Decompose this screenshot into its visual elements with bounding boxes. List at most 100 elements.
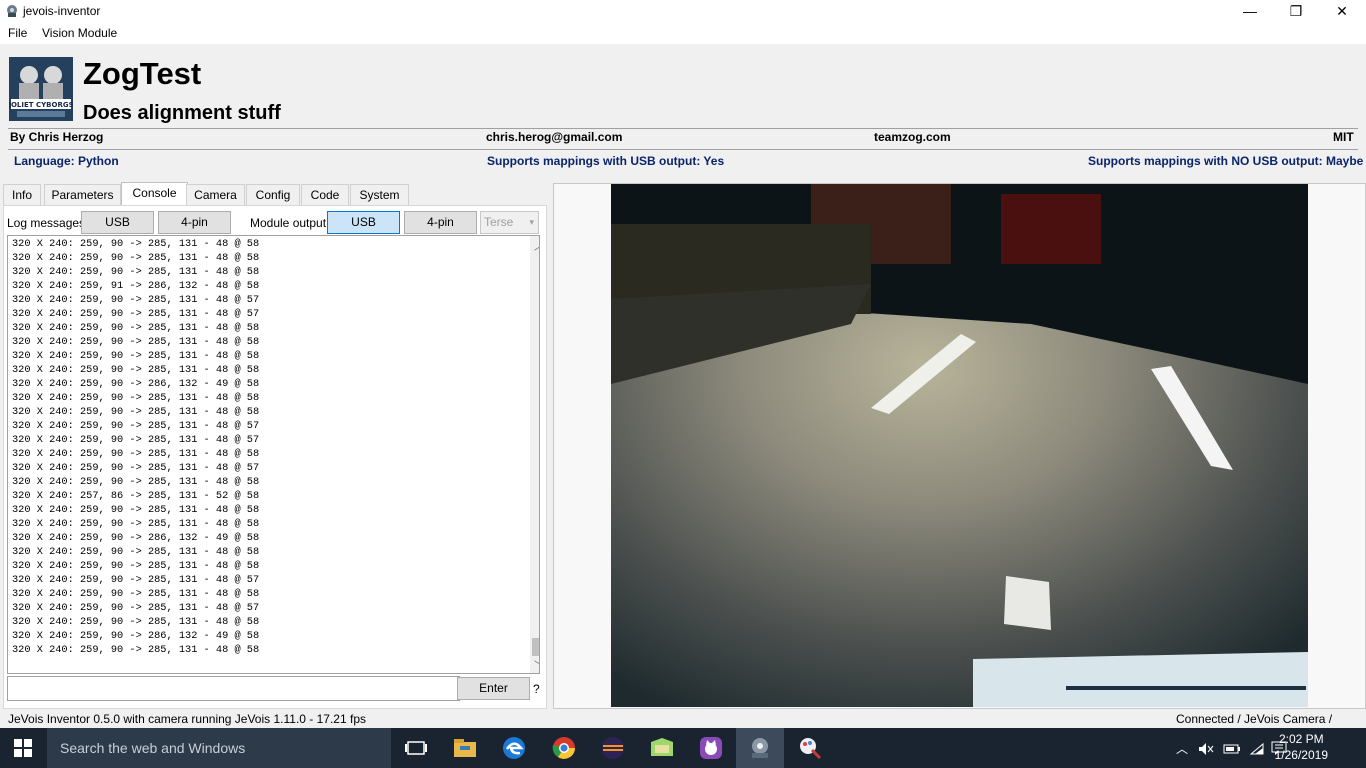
- console-line: 320 X 240: 259, 90 -> 285, 131 - 48 @ 58: [12, 364, 260, 376]
- module-language: Language: Python: [14, 154, 119, 168]
- scroll-up-icon[interactable]: ︿: [534, 238, 539, 253]
- minimize-button[interactable]: —: [1227, 0, 1273, 22]
- console-line: 320 X 240: 259, 90 -> 285, 131 - 48 @ 57: [12, 574, 260, 586]
- console-line: 320 X 240: 259, 90 -> 285, 131 - 48 @ 58: [12, 546, 260, 558]
- tab-console[interactable]: Console: [121, 182, 188, 206]
- log-usb-button[interactable]: USB: [81, 211, 154, 234]
- help-button[interactable]: ?: [533, 682, 540, 696]
- jevois-app-icon: [7, 5, 17, 17]
- console-line: 320 X 240: 259, 90 -> 285, 131 - 48 @ 58: [12, 588, 260, 600]
- menu-bar: File Vision Module: [0, 22, 1366, 44]
- log-messages-label: Log messages:: [7, 216, 89, 230]
- output-4pin-button[interactable]: 4-pin: [404, 211, 477, 234]
- folder-app-icon[interactable]: [648, 734, 676, 762]
- console-line: 320 X 240: 259, 90 -> 285, 131 - 48 @ 57: [12, 420, 260, 432]
- console-line: 320 X 240: 259, 91 -> 286, 132 - 48 @ 58: [12, 280, 260, 292]
- console-line: 320 X 240: 259, 90 -> 285, 131 - 48 @ 57: [12, 462, 260, 474]
- verbosity-value: Terse: [484, 215, 514, 229]
- window-title: jevois-inventor: [23, 4, 101, 18]
- edge-icon[interactable]: [500, 734, 528, 762]
- console-line: 320 X 240: 259, 90 -> 286, 132 - 49 @ 58: [12, 630, 260, 642]
- tab-parameters[interactable]: Parameters: [44, 184, 121, 205]
- usb-mapping-support: Supports mappings with USB output: Yes: [487, 154, 725, 168]
- console-line: 320 X 240: 259, 90 -> 285, 131 - 48 @ 58: [12, 644, 260, 656]
- clock-date: 1/26/2019: [1274, 748, 1328, 762]
- chrome-icon[interactable]: [550, 734, 578, 762]
- module-author: By Chris Herzog: [10, 130, 104, 144]
- module-license: MIT: [1333, 130, 1354, 144]
- file-explorer-icon[interactable]: [451, 734, 479, 762]
- console-line: 320 X 240: 259, 90 -> 285, 131 - 48 @ 58: [12, 504, 260, 516]
- joliet-cyborgs-logo-icon: JOLIET CYBORGS: [9, 57, 73, 121]
- command-input[interactable]: [7, 676, 460, 701]
- console-output[interactable]: 320 X 240: 259, 90 -> 285, 131 - 48 @ 58…: [7, 235, 540, 674]
- volume-mute-icon[interactable]: [1198, 742, 1214, 756]
- show-hidden-icons-icon[interactable]: ︿: [1176, 740, 1188, 757]
- clock-time: 2:02 PM: [1278, 732, 1324, 746]
- tab-system[interactable]: System: [350, 184, 409, 205]
- title-bar: jevois-inventor — ❐ ✕: [0, 0, 1366, 22]
- console-line: 320 X 240: 259, 90 -> 285, 131 - 48 @ 58: [12, 266, 260, 278]
- eclipse-icon[interactable]: [599, 734, 627, 762]
- menu-file[interactable]: File: [8, 26, 27, 40]
- console-line: 320 X 240: 259, 90 -> 285, 131 - 48 @ 58: [12, 238, 260, 250]
- taskbar-active-app[interactable]: [736, 728, 784, 768]
- github-desktop-icon[interactable]: [697, 734, 725, 762]
- scroll-down-icon[interactable]: ﹀: [534, 657, 539, 672]
- console-scrollbar[interactable]: ︿ ﹀: [530, 236, 539, 673]
- log-4pin-button[interactable]: 4-pin: [158, 211, 231, 234]
- console-line: 320 X 240: 259, 90 -> 285, 131 - 48 @ 58: [12, 322, 260, 334]
- taskbar-clock[interactable]: 2:02 PM 1/26/2019: [1275, 731, 1328, 763]
- module-name: ZogTest: [83, 56, 202, 91]
- wifi-icon[interactable]: [1249, 742, 1265, 756]
- jevois-inventor-icon: [752, 738, 768, 758]
- search-placeholder: Search the web and Windows: [60, 740, 246, 756]
- console-line: 320 X 240: 259, 90 -> 285, 131 - 48 @ 58: [12, 448, 260, 460]
- console-line: 320 X 240: 259, 90 -> 285, 131 - 48 @ 58: [12, 518, 260, 530]
- windows-start-icon[interactable]: [14, 739, 32, 757]
- console-line: 320 X 240: 259, 90 -> 285, 131 - 48 @ 58: [12, 476, 260, 488]
- header-divider: [8, 128, 1358, 129]
- nousb-mapping-support: Supports mappings with NO USB output: Ma…: [1088, 154, 1364, 168]
- console-line: 320 X 240: 259, 90 -> 286, 132 - 49 @ 58: [12, 532, 260, 544]
- module-description: Does alignment stuff: [83, 102, 281, 124]
- camera-video: [611, 184, 1308, 707]
- console-line: 320 X 240: 259, 90 -> 285, 131 - 48 @ 57: [12, 602, 260, 614]
- module-website: teamzog.com: [874, 130, 951, 144]
- tab-info[interactable]: Info: [3, 184, 41, 205]
- console-line: 320 X 240: 259, 90 -> 285, 131 - 48 @ 57: [12, 294, 260, 306]
- console-scroll-thumb[interactable]: [532, 638, 539, 656]
- console-line: 320 X 240: 259, 90 -> 285, 131 - 48 @ 58: [12, 336, 260, 348]
- svg-text:JOLIET CYBORGS: JOLIET CYBORGS: [9, 101, 73, 109]
- console-line: 320 X 240: 257, 86 -> 285, 131 - 52 @ 58: [12, 490, 260, 502]
- paint-icon[interactable]: [796, 734, 824, 762]
- taskbar-search[interactable]: Search the web and Windows: [47, 728, 391, 768]
- module-logo: JOLIET CYBORGS: [9, 57, 73, 121]
- console-line: 320 X 240: 259, 90 -> 285, 131 - 48 @ 58: [12, 560, 260, 572]
- tab-camera[interactable]: Camera: [186, 184, 245, 205]
- battery-icon[interactable]: [1223, 742, 1241, 756]
- console-line: 320 X 240: 259, 90 -> 285, 131 - 48 @ 57: [12, 308, 260, 320]
- console-line: 320 X 240: 259, 90 -> 285, 131 - 48 @ 58: [12, 616, 260, 628]
- chevron-down-icon: ▾: [529, 217, 534, 227]
- close-button[interactable]: ✕: [1319, 0, 1365, 22]
- console-line: 320 X 240: 259, 90 -> 285, 131 - 48 @ 58: [12, 252, 260, 264]
- task-view-icon[interactable]: [402, 734, 430, 762]
- status-left: JeVois Inventor 0.5.0 with camera runnin…: [8, 712, 366, 726]
- output-usb-button[interactable]: USB: [327, 211, 400, 234]
- tab-config[interactable]: Config: [246, 184, 300, 205]
- console-line: 320 X 240: 259, 90 -> 285, 131 - 48 @ 58: [12, 350, 260, 362]
- console-line: 320 X 240: 259, 90 -> 285, 131 - 48 @ 57: [12, 434, 260, 446]
- enter-button[interactable]: Enter: [457, 677, 530, 700]
- console-lines: 320 X 240: 259, 90 -> 285, 131 - 48 @ 58…: [12, 237, 259, 657]
- console-line: 320 X 240: 259, 90 -> 285, 131 - 48 @ 58: [12, 392, 260, 404]
- console-line: 320 X 240: 259, 90 -> 286, 132 - 49 @ 58: [12, 378, 260, 390]
- maximize-button[interactable]: ❐: [1273, 0, 1319, 22]
- module-email: chris.herog@gmail.com: [486, 130, 623, 144]
- verbosity-dropdown[interactable]: Terse ▾: [480, 211, 539, 234]
- info-divider: [8, 149, 1358, 150]
- console-line: 320 X 240: 259, 90 -> 285, 131 - 48 @ 58: [12, 406, 260, 418]
- module-output-label: Module output:: [250, 216, 330, 230]
- menu-vision-module[interactable]: Vision Module: [42, 26, 117, 40]
- tab-code[interactable]: Code: [301, 184, 349, 205]
